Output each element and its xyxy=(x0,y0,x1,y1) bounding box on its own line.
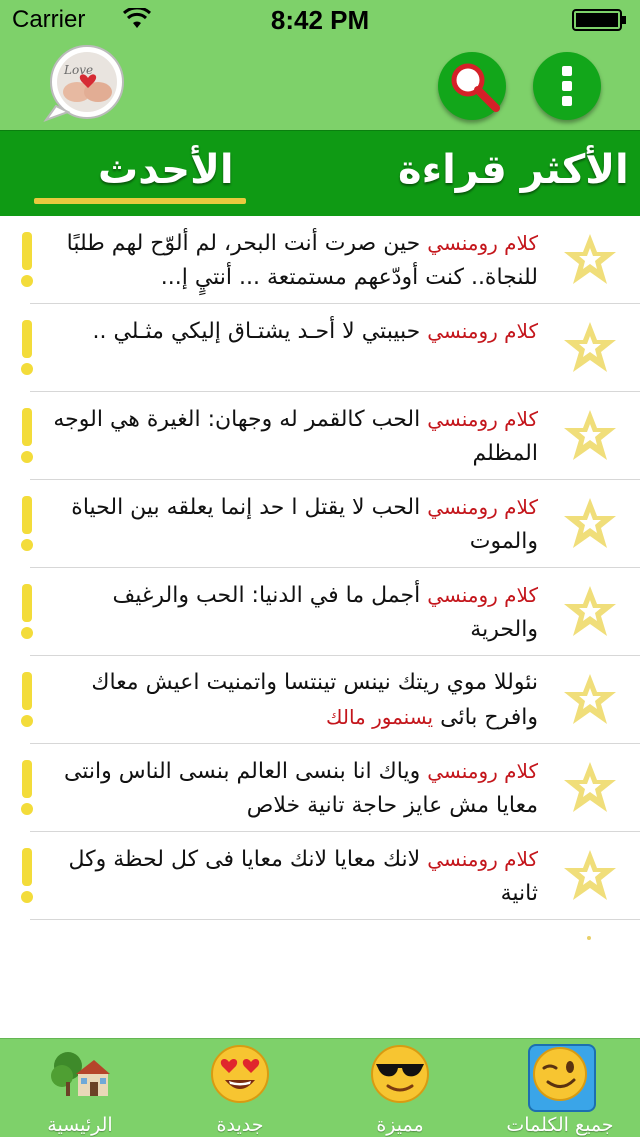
wink-emoji-icon xyxy=(533,1047,587,1101)
quote-text-block: كلام رومنسي حين صرت أنت البحر، لم ألوّح … xyxy=(52,226,538,295)
favorite-star-icon[interactable] xyxy=(562,320,618,376)
heart-eyes-emoji-icon xyxy=(211,1045,269,1103)
category-tag: كلام رومنسي xyxy=(427,583,538,607)
category-tag: كلام رومنسي xyxy=(427,407,538,431)
battery-icon xyxy=(572,9,626,31)
nav-featured[interactable]: مميزة xyxy=(320,1038,480,1136)
favorite-star-icon[interactable] xyxy=(562,232,618,288)
warning-icon[interactable] xyxy=(14,230,40,290)
nav-home[interactable]: الرئيسية xyxy=(0,1038,160,1136)
category-tag: كلام رومنسي xyxy=(427,847,538,871)
status-bar: Carrier 8:42 PM xyxy=(0,0,640,40)
app-logo[interactable]: Love xyxy=(42,44,128,124)
category-tag: كلام رومنسي xyxy=(427,319,538,343)
logo-text: Love xyxy=(63,63,93,77)
category-tag: يسنمور مالك xyxy=(326,705,434,729)
clock: 8:42 PM xyxy=(270,5,370,35)
category-tag: كلام رومنسي xyxy=(427,759,538,783)
warning-icon[interactable] xyxy=(14,670,40,730)
quote-text-block: كلام رومنسي وياك انا بنسى العالم بنسى ال… xyxy=(52,754,538,823)
favorite-star-icon[interactable] xyxy=(562,496,618,552)
warning-icon[interactable] xyxy=(14,494,40,554)
list-item[interactable]: كلام رومنسي وياك انا بنسى العالم بنسى ال… xyxy=(0,744,640,832)
list-item[interactable]: كلام رومنسي أجمل ما في الدنيا: الحب والر… xyxy=(0,568,640,656)
active-tab-indicator xyxy=(34,198,246,204)
favorite-star-icon[interactable] xyxy=(562,672,618,728)
warning-icon[interactable] xyxy=(14,758,40,818)
quote-text-block: نئوللا موي ريتك نينس تينتسا واتمنيت اعيش… xyxy=(52,666,538,735)
quote-text-block: كلام رومنسي أجمل ما في الدنيا: الحب والر… xyxy=(52,578,538,647)
quote-text-block: كلام رومنسي الحب لا يقتل ا حد إنما يعلقه… xyxy=(52,490,538,559)
list-item[interactable]: كلام رومنسي حبيبتي لا أحـد يشتـاق إليكي … xyxy=(0,304,640,392)
warning-icon[interactable] xyxy=(14,846,40,906)
list-item[interactable]: كلام رومنسي لانك معايا لانك معايا فى كل … xyxy=(0,832,640,920)
quotes-list[interactable]: كلام رومنسي حين صرت أنت البحر، لم ألوّح … xyxy=(0,216,640,1038)
home-icon xyxy=(51,1052,110,1096)
nav-all-words[interactable]: جميع الكلمات xyxy=(480,1038,640,1136)
list-item[interactable]: كلام رومنسي الحب كالقمر له وجهان: الغيرة… xyxy=(0,392,640,480)
search-button[interactable] xyxy=(438,52,506,120)
favorite-star-icon[interactable] xyxy=(562,408,618,464)
nav-featured-label: مميزة xyxy=(376,1114,424,1136)
list-item[interactable]: كلام رومنسي حين صرت أنت البحر، لم ألوّح … xyxy=(0,216,640,304)
tab-most-read[interactable]: الأكثر قراءة xyxy=(398,147,629,193)
list-item[interactable]: نئوللا موي ريتك نينس تينتسا واتمنيت اعيش… xyxy=(0,656,640,744)
category-tag: كلام رومنسي xyxy=(427,495,538,519)
quote-text-block: كلام رومنسي الحب كالقمر له وجهان: الغيرة… xyxy=(52,402,538,471)
list-item[interactable]: كلام رومنسي الحب لا يقتل ا حد إنما يعلقه… xyxy=(0,480,640,568)
sunglasses-emoji-icon xyxy=(371,1045,429,1103)
nav-home-label: الرئيسية xyxy=(47,1114,113,1136)
quote-text: حبيبتي لا أحـد يشتـاق إليكي مثـلي .. xyxy=(92,319,421,344)
warning-icon[interactable] xyxy=(14,406,40,466)
nav-new[interactable]: جديدة xyxy=(160,1038,320,1136)
warning-icon[interactable] xyxy=(14,318,40,378)
warning-icon[interactable] xyxy=(14,582,40,642)
nav-all-words-label: جميع الكلمات xyxy=(506,1114,614,1136)
quote-text-block: كلام رومنسي حبيبتي لا أحـد يشتـاق إليكي … xyxy=(52,314,538,349)
more-vertical-icon xyxy=(562,66,572,106)
favorite-star-icon[interactable] xyxy=(562,584,618,640)
favorite-star-icon[interactable] xyxy=(562,760,618,816)
search-icon xyxy=(451,63,500,112)
nav-new-label: جديدة xyxy=(216,1114,264,1136)
more-menu-button[interactable] xyxy=(533,52,601,120)
quote-text-block: كلام رومنسي لانك معايا لانك معايا فى كل … xyxy=(52,842,538,911)
scroll-indicator xyxy=(587,936,591,940)
favorite-star-icon[interactable] xyxy=(562,848,618,904)
tab-latest[interactable]: الأحدث xyxy=(98,147,234,193)
quote-text: نئوللا موي ريتك نينس تينتسا واتمنيت اعيش… xyxy=(91,670,538,730)
category-tag: كلام رومنسي xyxy=(427,231,538,255)
